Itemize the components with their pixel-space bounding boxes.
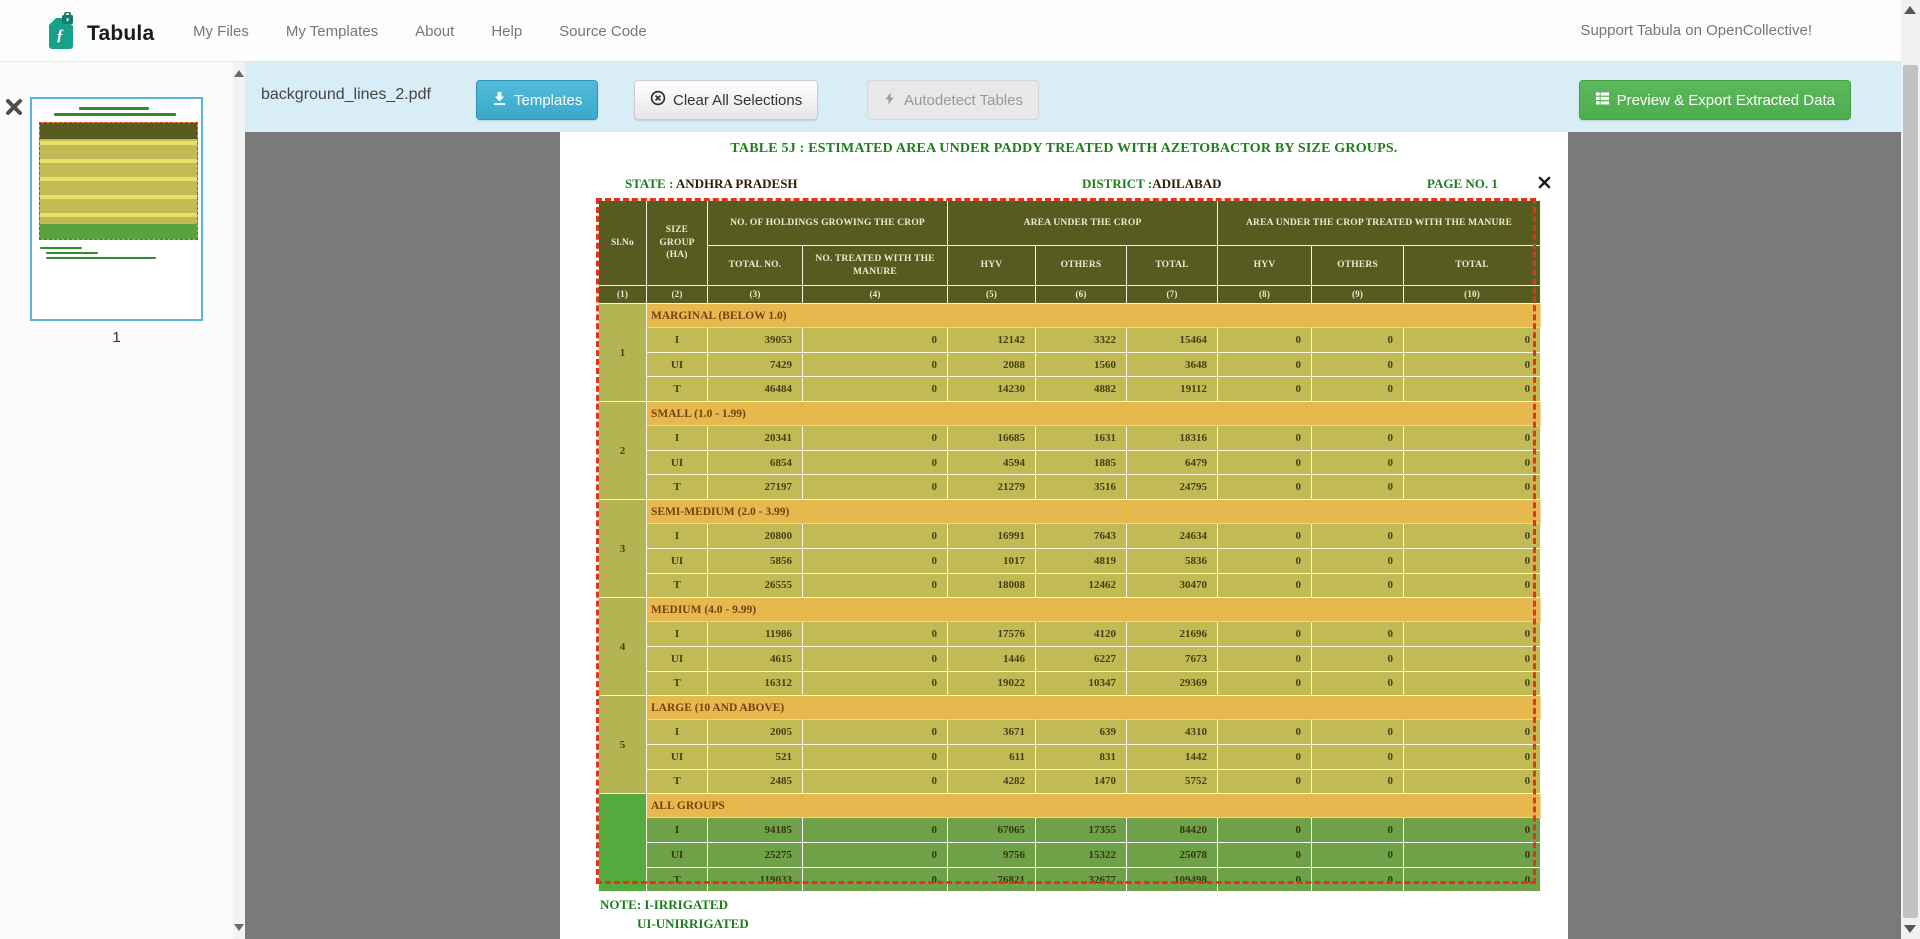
sidebar-scroll-down-icon[interactable]	[234, 924, 244, 931]
table-selection-box[interactable]	[596, 198, 1536, 884]
thumbnail-page-number: 1	[30, 329, 203, 346]
page-no-label: PAGE NO. 1	[1427, 176, 1498, 192]
window-scrollbar	[1901, 0, 1920, 939]
toolbar: background_lines_2.pdf Templates Clear A…	[245, 62, 1901, 132]
sidebar-scrollbar	[233, 62, 245, 939]
support-opencollective-link[interactable]: Support Tabula on OpenCollective!	[1580, 22, 1812, 39]
export-button-label: Preview & Export Extracted Data	[1617, 92, 1835, 109]
templates-button-label: Templates	[514, 92, 582, 109]
tabula-home-link[interactable]: ƒ Tabula	[43, 12, 154, 55]
nav-item-about[interactable]: About	[415, 23, 454, 40]
window-scroll-up-icon[interactable]	[1904, 6, 1916, 14]
nav-item-help[interactable]: Help	[491, 23, 522, 40]
state-label: STATE :	[625, 176, 673, 191]
clear-all-selections-button[interactable]: Clear All Selections	[634, 80, 818, 120]
note-line-1: NOTE: I-IRRIGATED	[600, 897, 728, 913]
page-1-thumbnail[interactable]	[30, 97, 203, 321]
page-thumbnail-sidebar: 1	[0, 62, 233, 939]
autodetect-tables-button[interactable]: Autodetect Tables	[867, 80, 1039, 120]
pdf-page[interactable]: TABLE 5J : ESTIMATED AREA UNDER PADDY TR…	[560, 132, 1568, 939]
selection-close-icon[interactable]	[1538, 176, 1551, 194]
clear-button-label: Clear All Selections	[673, 92, 802, 109]
preview-export-button[interactable]: Preview & Export Extracted Data	[1579, 80, 1851, 120]
district-label: DISTRICT :	[1082, 176, 1152, 191]
svg-text:ƒ: ƒ	[56, 27, 64, 44]
state-value: ANDHRA PRADESH	[676, 176, 798, 191]
nav-item-source-code[interactable]: Source Code	[559, 23, 647, 40]
save-template-icon	[492, 91, 507, 110]
nav-item-my-files[interactable]: My Files	[193, 23, 249, 40]
templates-button[interactable]: Templates	[476, 80, 598, 120]
window-scroll-down-icon[interactable]	[1904, 925, 1916, 933]
autodetect-button-label: Autodetect Tables	[904, 92, 1023, 109]
thumbnail-preview	[34, 101, 199, 317]
sidebar-scroll-up-icon[interactable]	[234, 70, 244, 77]
window-scrollbar-thumb[interactable]	[1903, 65, 1918, 918]
nav-item-my-templates[interactable]: My Templates	[286, 23, 378, 40]
document-title: TABLE 5J : ESTIMATED AREA UNDER PADDY TR…	[560, 141, 1568, 157]
tabula-logo-icon: ƒ	[43, 12, 77, 55]
table-list-icon	[1595, 91, 1610, 110]
brand-title: Tabula	[87, 22, 154, 46]
remove-file-icon[interactable]	[5, 98, 23, 121]
navbar: ƒ Tabula My Files My Templates About Hel…	[0, 0, 1901, 62]
lightning-bolt-icon	[883, 91, 897, 110]
note-line-2: UI-UNIRRIGATED	[637, 916, 749, 932]
nav-links: My Files My Templates About Help Source …	[193, 0, 647, 62]
remove-circle-icon	[650, 90, 666, 110]
district-value: ADILABAD	[1152, 176, 1221, 191]
document-viewer: TABLE 5J : ESTIMATED AREA UNDER PADDY TR…	[245, 132, 1901, 939]
current-filename: background_lines_2.pdf	[261, 86, 431, 104]
